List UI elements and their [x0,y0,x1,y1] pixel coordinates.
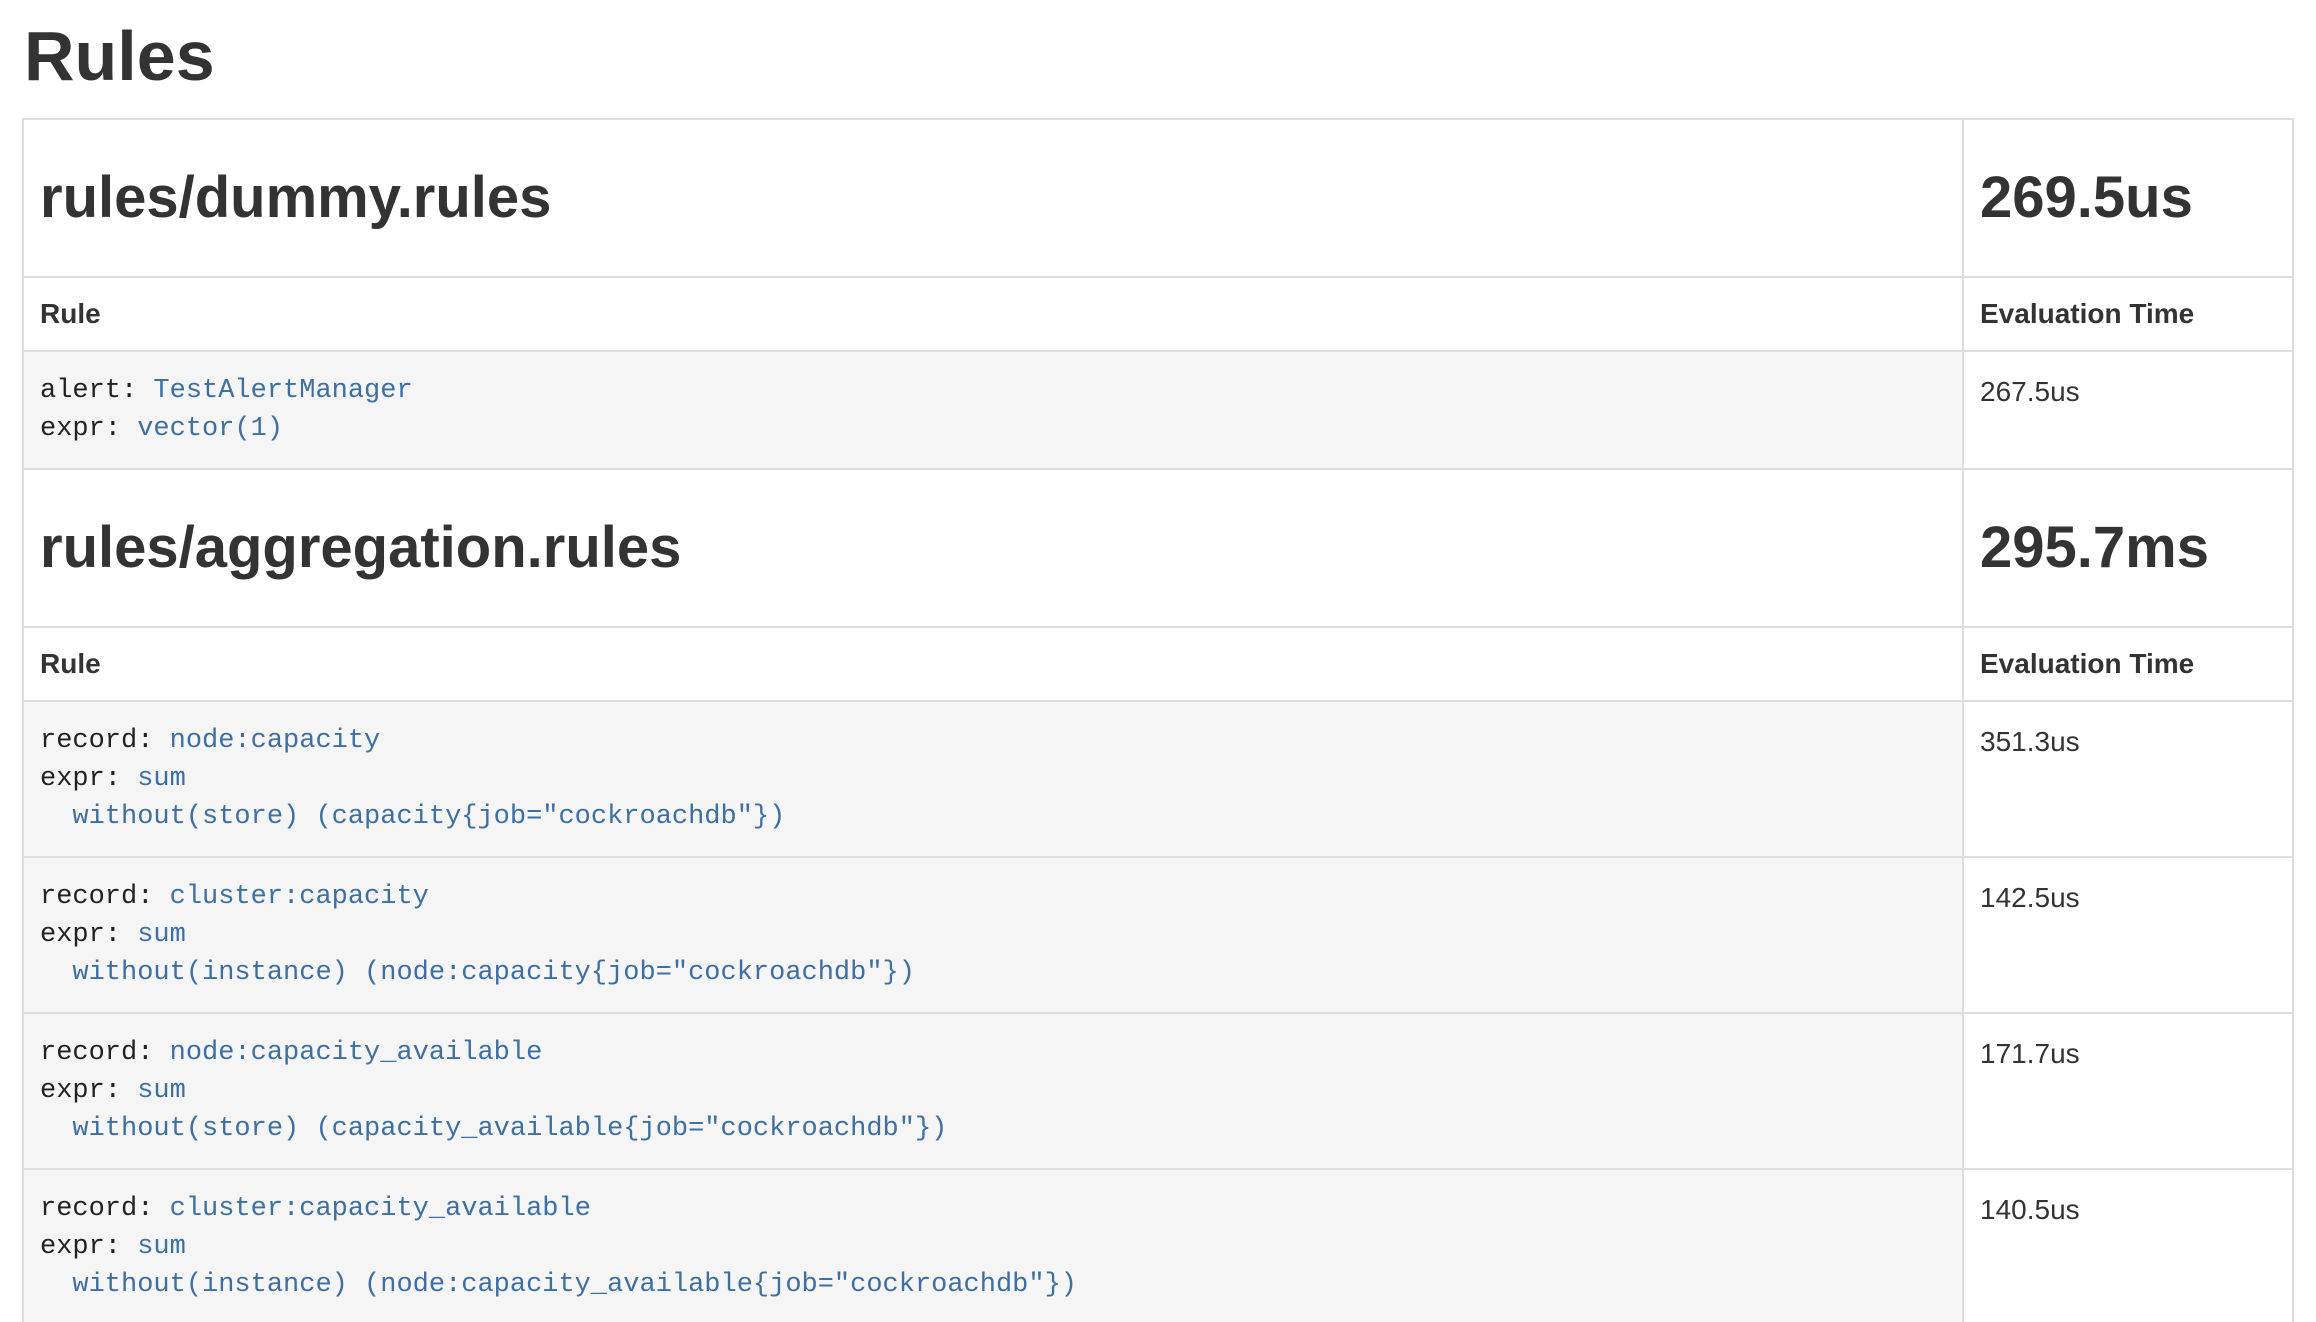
rule-code: record: node:capacity_available expr: su… [40,1034,1946,1148]
rule-kind-label: record: [40,1038,153,1068]
rule-cell: record: node:capacity expr: sum without(… [23,701,1963,857]
rule-kind-label: record: [40,726,153,756]
rule-evaluation-time: 142.5us [1963,857,2293,1013]
rule-name-link[interactable]: TestAlertManager [153,376,412,406]
rule-cell: alert: TestAlertManager expr: vector(1) [23,351,1963,469]
rule-row: alert: TestAlertManager expr: vector(1)2… [23,351,2293,469]
rules-page: Rules rules/dummy.rules269.5usRuleEvalua… [0,18,2316,1322]
rule-group-evaluation-cell: 295.7ms [1963,469,2293,627]
rule-row: record: cluster:capacity expr: sum witho… [23,857,2293,1013]
rule-name-link[interactable]: cluster:capacity_available [170,1194,591,1224]
rule-group-row: rules/dummy.rules 269.5us [23,119,2293,277]
rule-expression-link[interactable]: sum without(store) (capacity{job="cockro… [40,764,785,832]
column-header-rule: Rule [23,627,1963,701]
rule-kind-label: alert: [40,376,137,406]
rule-group-evaluation-cell: 269.5us [1963,119,2293,277]
column-header-evaluation-time: Evaluation Time [1963,627,2293,701]
rule-name-link[interactable]: node:capacity_available [170,1038,543,1068]
rule-cell: record: node:capacity_available expr: su… [23,1013,1963,1169]
rule-cell: record: cluster:capacity expr: sum witho… [23,857,1963,1013]
rule-kind-label: record: [40,882,153,912]
rule-row: record: node:capacity_available expr: su… [23,1013,2293,1169]
expr-label: expr: [40,920,121,950]
rule-row: record: node:capacity expr: sum without(… [23,701,2293,857]
rule-evaluation-time: 351.3us [1963,701,2293,857]
rules-table: rules/dummy.rules269.5usRuleEvaluation T… [22,118,2294,1322]
rule-row: record: cluster:capacity_available expr:… [23,1169,2293,1322]
rule-expression-link[interactable]: sum without(instance) (node:capacity{job… [40,920,915,988]
column-header-row: RuleEvaluation Time [23,627,2293,701]
rule-code: record: cluster:capacity expr: sum witho… [40,878,1946,992]
rule-group-file-cell: rules/aggregation.rules [23,469,1963,627]
rule-expression-link[interactable]: vector(1) [137,414,283,444]
rule-evaluation-time: 267.5us [1963,351,2293,469]
rule-group-evaluation-total: 269.5us [1980,166,2276,230]
rule-group-row: rules/aggregation.rules 295.7ms [23,469,2293,627]
page-title: Rules [24,18,2294,94]
rule-name-link[interactable]: cluster:capacity [170,882,429,912]
expr-label: expr: [40,414,121,444]
rule-group-file-name: rules/aggregation.rules [40,516,1946,580]
rules-table-body: rules/dummy.rules269.5usRuleEvaluation T… [23,119,2293,1322]
rule-group-evaluation-total: 295.7ms [1980,516,2276,580]
rule-expression-link[interactable]: sum without(instance) (node:capacity_ava… [40,1232,1077,1300]
rule-code: alert: TestAlertManager expr: vector(1) [40,372,1946,448]
rule-group-file-cell: rules/dummy.rules [23,119,1963,277]
rule-code: record: cluster:capacity_available expr:… [40,1190,1946,1304]
column-header-evaluation-time: Evaluation Time [1963,277,2293,351]
rule-evaluation-time: 171.7us [1963,1013,2293,1169]
expr-label: expr: [40,1076,121,1106]
rule-expression-link[interactable]: sum without(store) (capacity_available{j… [40,1076,947,1144]
rule-name-link[interactable]: node:capacity [170,726,381,756]
column-header-row: RuleEvaluation Time [23,277,2293,351]
expr-label: expr: [40,1232,121,1262]
rule-cell: record: cluster:capacity_available expr:… [23,1169,1963,1322]
rule-evaluation-time: 140.5us [1963,1169,2293,1322]
rule-code: record: node:capacity expr: sum without(… [40,722,1946,836]
rule-group-file-name: rules/dummy.rules [40,166,1946,230]
column-header-rule: Rule [23,277,1963,351]
expr-label: expr: [40,764,121,794]
rule-kind-label: record: [40,1194,153,1224]
